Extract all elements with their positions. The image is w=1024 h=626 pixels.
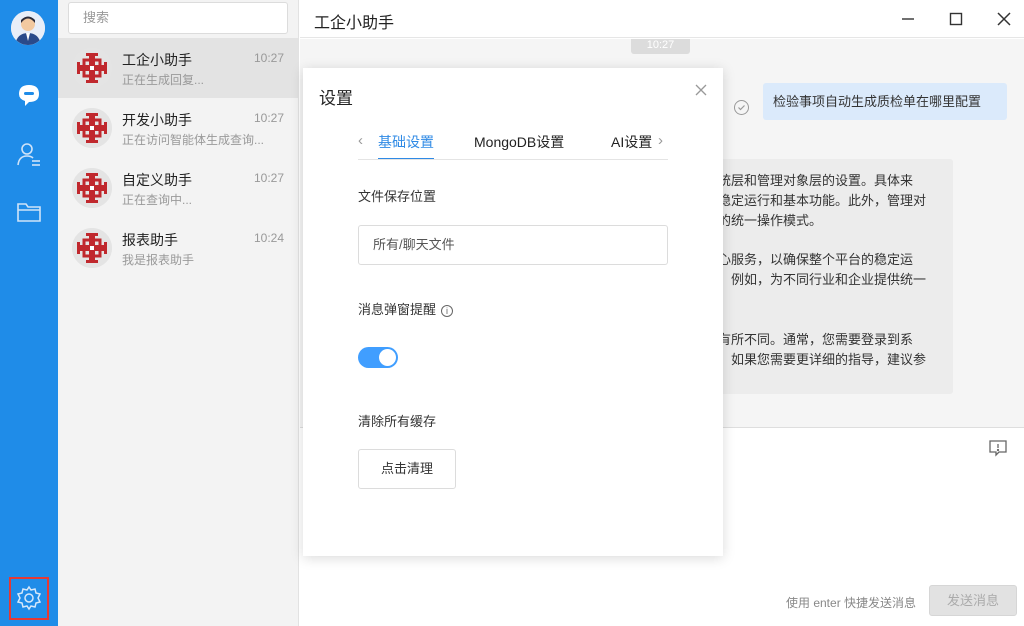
conversation-name: 工企小助手 [122,52,192,68]
file-location-field[interactable]: 所有/聊天文件 [358,225,668,265]
gear-icon[interactable] [14,583,44,613]
clear-cache-button[interactable]: 点击清理 [358,449,456,489]
feedback-icon[interactable] [988,439,1008,457]
chat-bubble-icon[interactable] [14,80,44,110]
toggle-knob [379,349,396,366]
message-line: 统层和管理对象层的设置。具体来 [718,173,914,188]
user-avatar[interactable] [11,11,45,45]
title-bar: 工企小助手 [300,0,1024,38]
assistant-message: 统层和管理对象层的设置。具体来 稳定运行和基本功能。此外，管理对 的统一操作模式… [710,159,953,394]
conversation-time: 10:24 [253,231,284,245]
chat-title: 工企小助手 [314,15,395,32]
user-message: 检验事项自动生成质检单在哪里配置 [763,83,1007,120]
conversation-time: 10:27 [253,51,284,65]
conversation-item[interactable]: 开发小助手 正在访问智能体生成查询... 10:27 [58,98,298,158]
tab-basic-settings[interactable]: 基础设置 [378,132,434,152]
message-line: 。如果您需要更详细的指导，建议参 [718,352,927,367]
message-line: 心服务，以确保整个平台的稳定运 [718,252,914,267]
popup-reminder-toggle[interactable] [358,347,398,368]
tab-next-chevron-icon[interactable]: › [658,132,663,149]
send-hint: 使用 enter 快捷发送消息 [786,596,917,610]
conversation-preview: 正在访问智能体生成查询... [122,133,265,147]
message-timestamp: 10:27 [631,39,690,54]
message-line: 有所不同。通常，您需要登录到系 [718,332,914,347]
tab-prev-chevron-icon[interactable]: ‹ [358,132,363,149]
maximize-icon[interactable] [943,6,969,32]
assistant-logo-icon [72,228,112,268]
sent-check-icon [734,100,749,115]
conversation-preview: 我是报表助手 [122,253,195,267]
active-tab-indicator [378,158,434,159]
conversation-time: 10:27 [253,111,284,125]
info-icon[interactable]: i [441,305,454,317]
conversation-name: 开发小助手 [122,112,192,128]
conversation-time: 10:27 [253,171,284,185]
minimize-icon[interactable] [895,6,921,32]
message-line: 的统一操作模式。 [718,213,823,228]
folder-icon[interactable] [14,197,44,227]
settings-dialog: 设置 ‹ 基础设置 MongoDB设置 AI设置 › 文件保存位置 所有/聊天文… [303,68,723,556]
conversation-list: 搜索 工企小助手 正在生成回复... 10:27 开发小助手 正在访问智能体生成… [58,0,299,626]
conversation-name: 报表助手 [122,232,178,248]
popup-reminder-text: 消息弹窗提醒 [358,302,437,317]
conversation-preview: 正在查询中... [122,193,193,207]
message-line: 稳定运行和基本功能。此外，管理对 [718,193,927,208]
assistant-logo-icon [72,48,112,88]
settings-tabs: ‹ 基础设置 MongoDB设置 AI设置 [358,128,668,160]
contacts-icon[interactable] [14,139,44,169]
dialog-title: 设置 [319,89,353,108]
search-input[interactable]: 搜索 [68,2,288,34]
conversation-name: 自定义助手 [122,172,192,188]
dialog-close-icon[interactable] [693,82,709,98]
send-button[interactable]: 发送消息 [929,585,1017,616]
tab-mongodb-settings[interactable]: MongoDB设置 [474,132,564,152]
conversation-item[interactable]: 报表助手 我是报表助手 10:24 [58,218,298,278]
assistant-logo-icon [72,168,112,208]
close-icon[interactable] [991,6,1017,32]
file-location-label: 文件保存位置 [358,189,437,204]
conversation-item[interactable]: 工企小助手 正在生成回复... 10:27 [58,38,298,98]
assistant-logo-icon [72,108,112,148]
tab-ai-settings[interactable]: AI设置 [611,132,652,152]
conversation-preview: 正在生成回复... [122,73,205,87]
popup-reminder-label: 消息弹窗提醒 i [358,299,454,318]
left-rail [0,0,58,626]
clear-cache-label: 清除所有缓存 [358,414,437,429]
app-window: 搜索 工企小助手 正在生成回复... 10:27 开发小助手 正在访问智能体生成… [0,0,1024,626]
message-line: 。例如，为不同行业和企业提供统一 [718,272,927,287]
conversation-item[interactable]: 自定义助手 正在查询中... 10:27 [58,158,298,218]
